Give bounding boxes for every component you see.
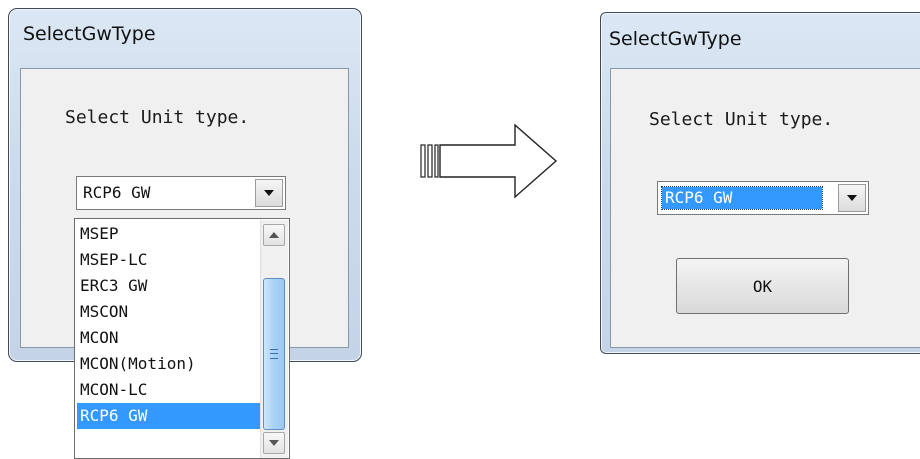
right-dialog-window: SelectGwType Select Unit type. RCP6 GW O…	[600, 12, 920, 354]
unit-type-combobox[interactable]: RCP6 GW	[76, 176, 286, 210]
list-item-mscon[interactable]: MSCON	[77, 299, 261, 325]
chevron-down-icon	[847, 195, 857, 201]
list-item-mcon[interactable]: MCON	[77, 325, 261, 351]
list-item-msep-lc[interactable]: MSEP-LC	[77, 247, 261, 273]
window-title: SelectGwType	[23, 23, 156, 45]
grip-icon	[270, 349, 278, 359]
dropdown-button[interactable]	[838, 184, 866, 212]
window-title: SelectGwType	[609, 28, 742, 50]
select-unit-prompt: Select Unit type.	[649, 109, 834, 130]
list-item-mcon-lc[interactable]: MCON-LC	[77, 377, 261, 403]
scroll-down-button[interactable]	[263, 432, 285, 454]
right-arrow-icon	[420, 123, 558, 199]
chevron-down-icon	[264, 190, 274, 196]
scrollbar-thumb[interactable]	[263, 278, 285, 430]
select-unit-prompt: Select Unit type.	[65, 107, 250, 128]
list-item-rcp6-gw-selected[interactable]: RCP6 GW	[77, 403, 261, 429]
unit-type-combobox[interactable]: RCP6 GW	[657, 181, 869, 215]
dropdown-button[interactable]	[255, 179, 283, 207]
combobox-value: RCP6 GW	[83, 183, 151, 202]
list-item-msep[interactable]: MSEP	[77, 221, 261, 247]
scroll-up-button[interactable]	[263, 224, 285, 246]
combobox-value: RCP6 GW	[661, 186, 823, 210]
list-item-erc3-gw[interactable]: ERC3 GW	[77, 273, 261, 299]
vertical-scrollbar[interactable]	[260, 220, 288, 458]
unit-type-dropdown-list[interactable]: MSEP MSEP-LC ERC3 GW MSCON MCON MCON(Mot…	[74, 218, 290, 459]
chevron-up-icon	[269, 232, 279, 238]
list-item-mcon-motion[interactable]: MCON(Motion)	[77, 351, 261, 377]
dialog-client-area: Select Unit type. RCP6 GW OK	[610, 68, 920, 348]
ok-button[interactable]: OK	[676, 258, 849, 314]
chevron-down-icon	[269, 440, 279, 446]
